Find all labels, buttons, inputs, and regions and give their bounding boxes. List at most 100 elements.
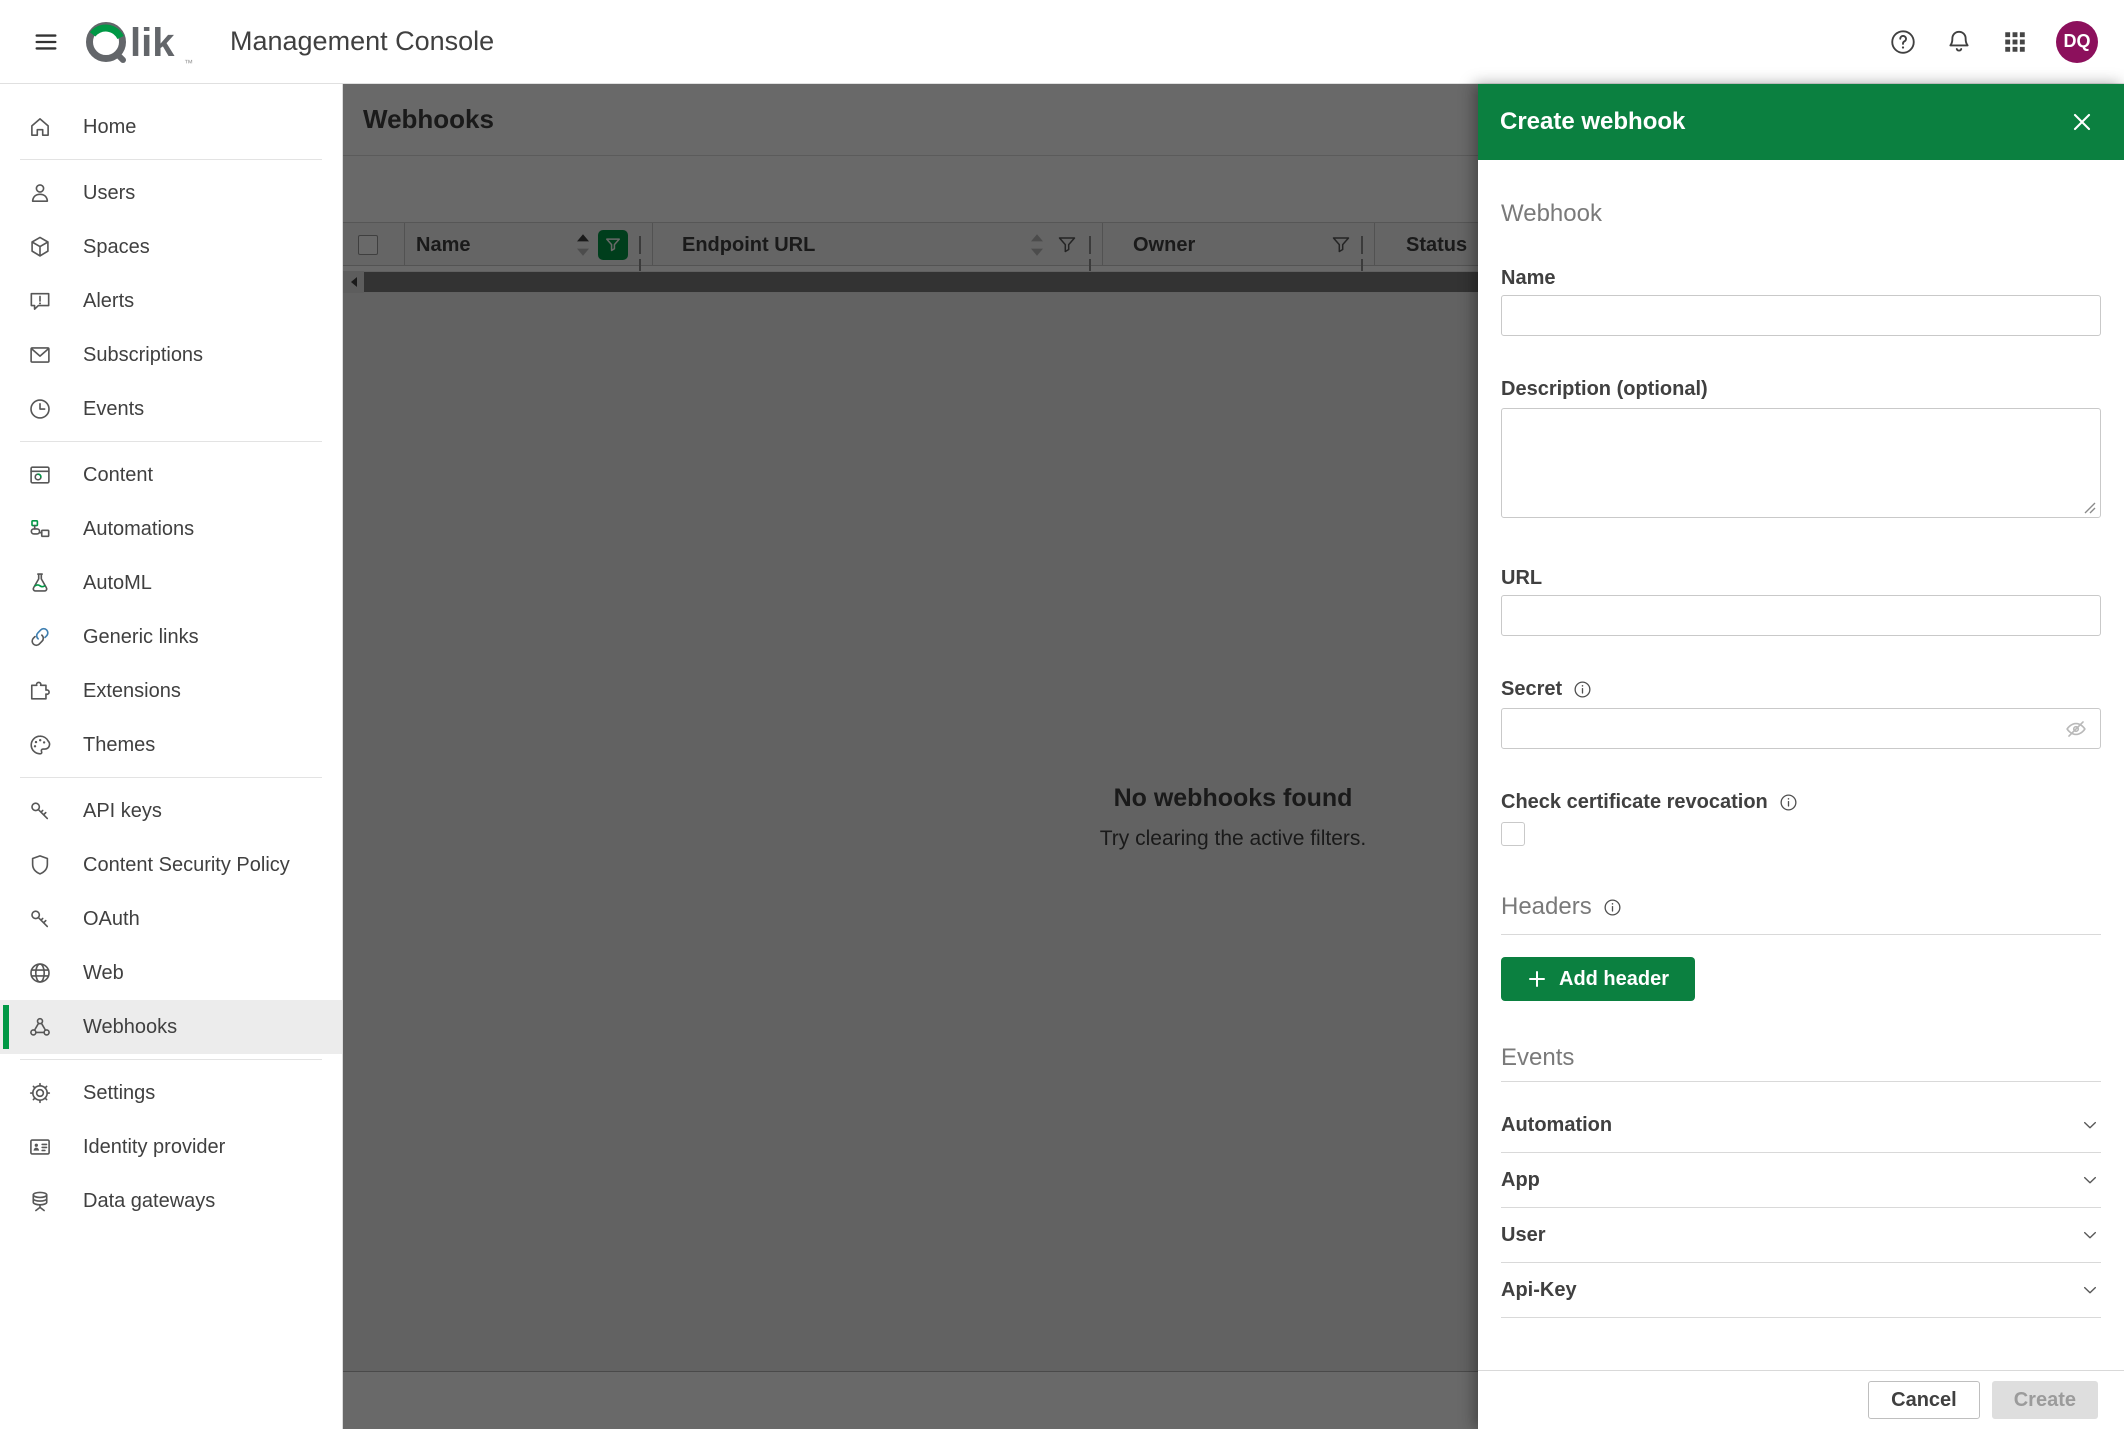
- key-icon: [27, 798, 53, 824]
- topbar-actions: DQ: [1888, 20, 2098, 63]
- accordion-automation[interactable]: Automation: [1501, 1098, 2101, 1153]
- description-textarea[interactable]: [1501, 408, 2101, 518]
- database-icon: [27, 1188, 53, 1214]
- flask-icon: [27, 570, 53, 596]
- secret-field-wrap: [1501, 708, 2101, 749]
- chevron-down-icon: [2079, 1169, 2101, 1191]
- sidebar-divider: [20, 159, 322, 160]
- panel-footer: Cancel Create: [1478, 1370, 2124, 1429]
- panel-header: Create webhook: [1478, 84, 2124, 160]
- sidebar-divider: [20, 1059, 322, 1060]
- section-heading-webhook: Webhook: [1501, 200, 1602, 227]
- section-heading-events: Events: [1501, 1044, 1575, 1071]
- sidebar-item-automations[interactable]: Automations: [0, 502, 342, 556]
- check-certificate-label-text: Check certificate revocation: [1501, 791, 1768, 813]
- headers-heading-text: Headers: [1501, 893, 1592, 920]
- secret-label: Secret: [1501, 676, 2101, 702]
- puzzle-icon: [27, 678, 53, 704]
- info-icon[interactable]: [1602, 897, 1623, 918]
- chevron-down-icon: [2079, 1279, 2101, 1301]
- panel-title: Create webhook: [1500, 108, 1686, 135]
- sidebar-item-generic-links[interactable]: Generic links: [0, 610, 342, 664]
- sidebar-item-oauth[interactable]: OAuth: [0, 892, 342, 946]
- svg-text:lik: lik: [130, 21, 175, 65]
- add-header-button[interactable]: Add header: [1501, 957, 1696, 1001]
- add-header-label: Add header: [1559, 967, 1670, 990]
- webhook-icon: [27, 1014, 53, 1040]
- sidebar-item-api-keys[interactable]: API keys: [0, 784, 342, 838]
- menu-icon[interactable]: [28, 24, 64, 60]
- section-divider: [1501, 934, 2101, 935]
- sidebar-item-settings[interactable]: Settings: [0, 1066, 342, 1120]
- users-icon: [27, 180, 53, 206]
- notifications-bell-icon[interactable]: [1944, 27, 1974, 57]
- headers-heading: Headers: [1501, 892, 2101, 922]
- spaces-icon: [27, 234, 53, 260]
- chevron-down-icon: [2079, 1114, 2101, 1136]
- top-bar: lik ™ Management Console DQ: [0, 0, 2124, 84]
- accordion-app[interactable]: App: [1501, 1153, 2101, 1208]
- sidebar-item-identity-provider[interactable]: Identity provider: [0, 1120, 342, 1174]
- check-certificate-checkbox[interactable]: [1501, 822, 1525, 846]
- url-label: URL: [1501, 567, 1543, 589]
- sidebar-item-automl[interactable]: AutoML: [0, 556, 342, 610]
- sidebar-item-subscriptions[interactable]: Subscriptions: [0, 328, 342, 382]
- globe-icon: [27, 960, 53, 986]
- sidebar-item-webhooks[interactable]: Webhooks: [0, 1000, 342, 1054]
- sidebar-divider: [20, 441, 322, 442]
- key-icon: [27, 906, 53, 932]
- sidebar-item-alerts[interactable]: Alerts: [0, 274, 342, 328]
- sidebar-item-content-security-policy[interactable]: Content Security Policy: [0, 838, 342, 892]
- check-certificate-label: Check certificate revocation: [1501, 789, 2101, 815]
- create-webhook-panel: Create webhook Webhook Name Description …: [1478, 84, 2124, 1429]
- app-root: lik ™ Management Console DQ Home Users S…: [0, 0, 2124, 1429]
- description-field-wrap: [1501, 408, 2101, 523]
- secret-label-text: Secret: [1501, 678, 1563, 700]
- palette-icon: [27, 732, 53, 758]
- shield-icon: [27, 852, 53, 878]
- info-icon[interactable]: [1778, 792, 1799, 813]
- name-label: Name: [1501, 267, 1556, 289]
- create-button[interactable]: Create: [1991, 1381, 2098, 1419]
- link-icon: [27, 624, 53, 650]
- secret-input[interactable]: [1501, 708, 2101, 749]
- show-secret-eye-icon[interactable]: [2063, 716, 2089, 742]
- svg-text:™: ™: [184, 58, 193, 68]
- sidebar-item-extensions[interactable]: Extensions: [0, 664, 342, 718]
- event-accordions: Automation App User Api-Key: [1501, 1098, 2101, 1318]
- envelope-icon: [27, 342, 53, 368]
- sidebar-nav: Home Users Spaces Alerts Subscriptions E…: [0, 84, 343, 1429]
- accordion-api-key[interactable]: Api-Key: [1501, 1263, 2101, 1318]
- info-icon[interactable]: [1572, 679, 1593, 700]
- name-input[interactable]: [1501, 295, 2101, 336]
- clock-icon: [27, 396, 53, 422]
- plus-icon: [1527, 969, 1547, 989]
- sidebar-item-home[interactable]: Home: [0, 100, 342, 154]
- sidebar-item-web[interactable]: Web: [0, 946, 342, 1000]
- accordion-user[interactable]: User: [1501, 1208, 2101, 1263]
- sidebar-item-themes[interactable]: Themes: [0, 718, 342, 772]
- app-title: Management Console: [230, 26, 495, 56]
- help-icon[interactable]: [1888, 27, 1918, 57]
- sidebar-divider: [20, 777, 322, 778]
- description-label: Description (optional): [1501, 378, 1708, 400]
- sidebar-item-content[interactable]: Content: [0, 448, 342, 502]
- chevron-down-icon: [2079, 1224, 2101, 1246]
- sidebar-item-data-gateways[interactable]: Data gateways: [0, 1174, 342, 1228]
- sidebar-item-users[interactable]: Users: [0, 166, 342, 220]
- content-icon: [27, 462, 53, 488]
- sidebar-item-events[interactable]: Events: [0, 382, 342, 436]
- automations-icon: [27, 516, 53, 542]
- section-divider: [1501, 1081, 2101, 1082]
- home-icon: [27, 114, 53, 140]
- id-card-icon: [27, 1134, 53, 1160]
- sidebar-item-spaces[interactable]: Spaces: [0, 220, 342, 274]
- alerts-icon: [27, 288, 53, 314]
- url-input[interactable]: [1501, 595, 2101, 636]
- user-avatar[interactable]: DQ: [2056, 20, 2098, 63]
- app-grid-icon[interactable]: [2000, 27, 2030, 57]
- cancel-button[interactable]: Cancel: [1868, 1381, 1980, 1419]
- close-icon[interactable]: [2068, 108, 2096, 136]
- panel-body: Webhook Name Description (optional) URL …: [1478, 160, 2124, 1370]
- gear-icon: [27, 1080, 53, 1106]
